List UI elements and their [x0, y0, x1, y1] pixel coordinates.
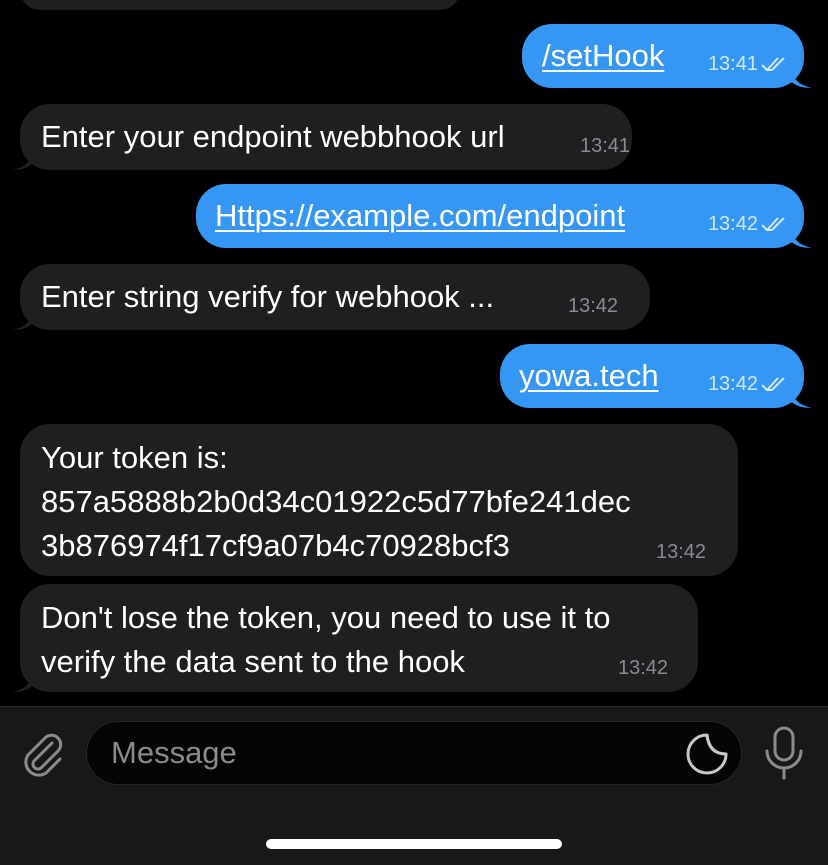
message-meta: 13:41: [580, 136, 632, 156]
bubble-tail: [12, 308, 34, 330]
message-text-line: Don't lose the token, you need to use it…: [41, 600, 611, 635]
paperclip-icon[interactable]: [18, 729, 66, 777]
double-check-icon: [761, 377, 785, 392]
message-text: Enter your endpoint webbhook url: [41, 119, 505, 154]
microphone-icon[interactable]: [762, 725, 806, 781]
message-meta: 13:42: [656, 542, 706, 562]
message-meta: 13:42: [618, 658, 668, 678]
message-bubble-outgoing[interactable]: Https://example.com/endpoint 13:42: [196, 184, 812, 248]
message-meta: 13:41: [708, 54, 790, 74]
message-list[interactable]: /setHook 13:41 Enter your endpoint webbh…: [0, 0, 828, 706]
message-time: 13:42: [707, 373, 758, 395]
message-meta: 13:42: [568, 296, 618, 316]
message-time: 13:41: [580, 135, 631, 157]
message-input[interactable]: [111, 722, 671, 784]
message-time: 13:42: [707, 213, 758, 235]
message-input-container[interactable]: [86, 721, 742, 785]
double-check-icon: [761, 217, 785, 232]
message-meta: 13:42: [708, 214, 790, 234]
message-text-line: 3b876974f17cf9a07b4c70928bcf3: [41, 528, 510, 563]
message-bubble-outgoing[interactable]: yowa.tech 13:42: [500, 344, 812, 408]
message-bubble-incoming[interactable]: Your token is: 857a5888b2b0d34c01922c5d7…: [20, 424, 738, 576]
home-indicator: [266, 839, 562, 849]
message-time: 13:42: [568, 295, 619, 317]
sticker-icon[interactable]: [685, 732, 729, 776]
message-meta: 13:42: [708, 374, 790, 394]
bubble-tail: [790, 386, 812, 408]
message-text: Enter string verify for webhook ...: [41, 279, 495, 314]
message-composer: [0, 706, 828, 865]
message-time: 13:42: [618, 657, 669, 679]
bubble-tail: [790, 226, 812, 248]
message-bubble-incoming[interactable]: Enter your endpoint webbhook url 13:41: [12, 104, 632, 170]
double-check-icon: [761, 57, 785, 72]
previous-message-bubble: [20, 0, 460, 10]
message-bubble-outgoing[interactable]: /setHook 13:41: [522, 24, 812, 88]
message-bubble-incoming[interactable]: Enter string verify for webhook ... 13:4…: [12, 264, 650, 330]
bubble-tail: [790, 66, 812, 88]
bubble-tail: [12, 670, 34, 692]
message-time: 13:42: [656, 541, 707, 563]
message-bubble-incoming[interactable]: Don't lose the token, you need to use it…: [12, 584, 698, 692]
message-time: 13:41: [707, 53, 758, 75]
message-text-line: Your token is:: [41, 440, 228, 475]
bubble-tail: [12, 148, 34, 170]
chat-screen: /setHook 13:41 Enter your endpoint webbh…: [0, 0, 828, 865]
message-text-line: 857a5888b2b0d34c01922c5d77bfe241dec: [41, 484, 631, 519]
message-text-line: verify the data sent to the hook: [41, 644, 465, 679]
